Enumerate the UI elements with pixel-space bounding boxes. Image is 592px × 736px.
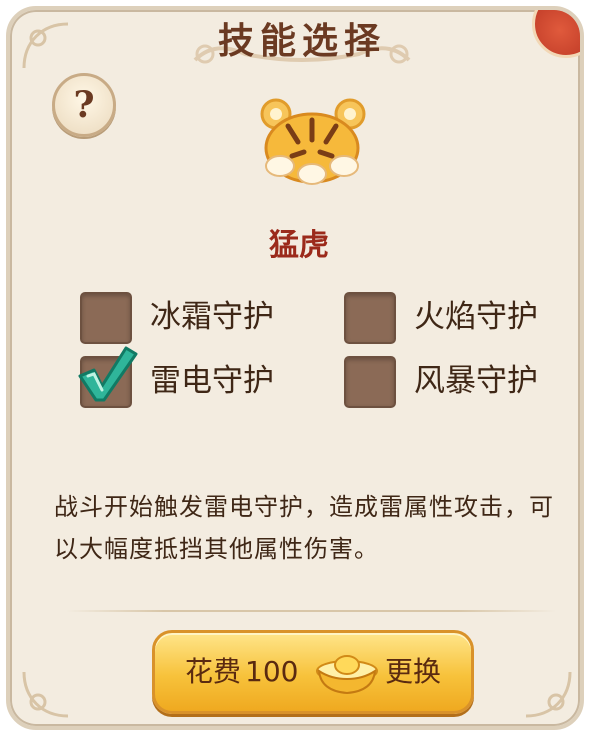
skill-select-dialog: 技能选择 ? 猛虎 冰霜守护 火焰守护 雷电守护 风暴守护 战斗开始触发雷电守护… xyxy=(6,6,584,730)
cost-label: 花费 xyxy=(185,655,242,688)
storm-guard-label: 风暴守护 xyxy=(414,363,538,399)
frost-guard-label: 冰霜守护 xyxy=(150,299,274,335)
option-storm-guard[interactable]: 风暴守护 xyxy=(344,356,564,412)
tiger-pet-icon xyxy=(260,98,366,185)
pet-name: 猛虎 xyxy=(269,228,329,263)
option-flame-guard[interactable]: 火焰守护 xyxy=(344,292,564,348)
flame-guard-checkbox[interactable] xyxy=(344,292,396,344)
storm-guard-checkbox[interactable] xyxy=(344,356,396,408)
checkmark-icon xyxy=(78,346,138,402)
title-banner: 技能选择 xyxy=(185,10,419,68)
option-frost-guard[interactable]: 冰霜守护 xyxy=(80,292,300,348)
help-button[interactable]: ? xyxy=(52,73,116,137)
dialog-title: 技能选择 xyxy=(217,20,386,62)
close-corner-icon[interactable] xyxy=(532,10,580,58)
cost-amount: 100 xyxy=(245,655,299,688)
change-label: 更换 xyxy=(385,655,442,688)
divider xyxy=(66,610,556,612)
question-mark-icon: ? xyxy=(73,84,95,126)
frost-guard-checkbox[interactable] xyxy=(80,292,132,344)
gold-ingot-icon xyxy=(316,655,378,695)
corner-ornament-bottom-left xyxy=(22,671,69,718)
thunder-guard-label: 雷电守护 xyxy=(150,363,274,399)
corner-ornament-bottom-right xyxy=(525,671,572,718)
flame-guard-label: 火焰守护 xyxy=(414,299,538,335)
change-skill-button[interactable]: 花费 100 更换 xyxy=(152,630,474,714)
skill-description: 战斗开始触发雷电守护，造成雷属性攻击，可以大幅度抵挡其他属性伤害。 xyxy=(54,493,554,563)
option-thunder-guard[interactable]: 雷电守护 xyxy=(78,346,300,412)
corner-ornament-top-left xyxy=(22,22,69,69)
